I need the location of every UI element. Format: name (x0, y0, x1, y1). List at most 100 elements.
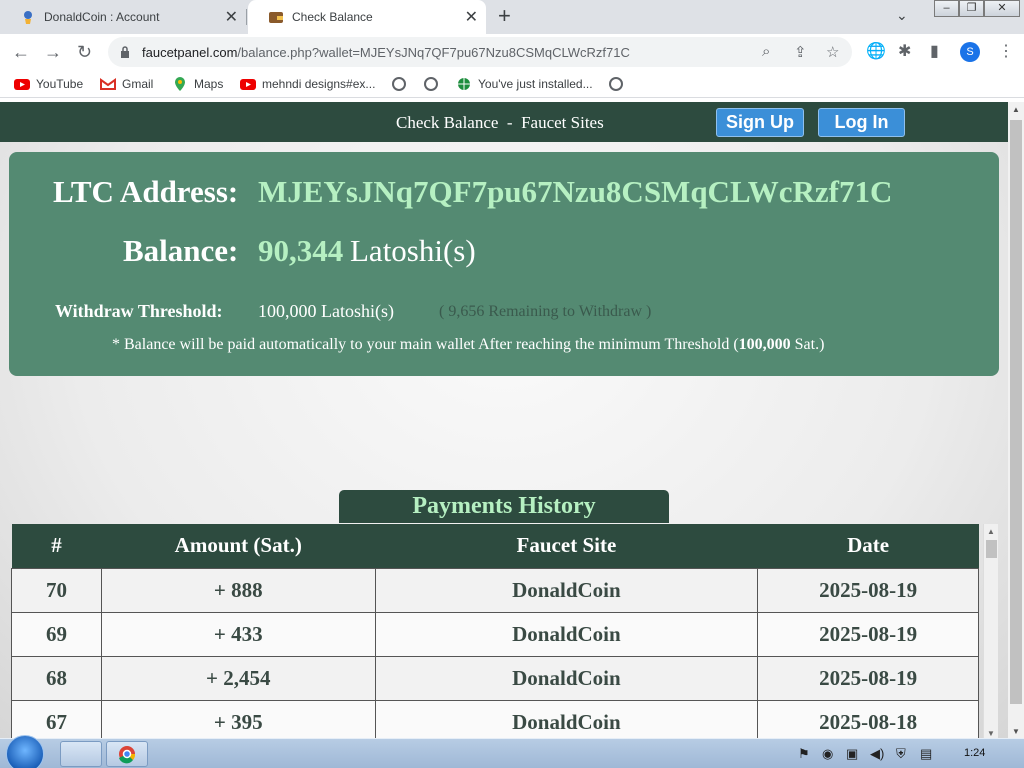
column-header-date: Date (757, 524, 979, 568)
globe-icon (609, 77, 623, 91)
site-header: Check Balance - Faucet Sites Sign Up Log… (0, 102, 1008, 142)
youtube-icon (240, 76, 256, 92)
remaining-to-withdraw: ( 9,656 Remaining to Withdraw ) (439, 303, 652, 320)
row-amount: + 395 (100, 699, 376, 738)
wallet-favicon-icon (268, 9, 284, 25)
taskbar-chrome-icon[interactable] (106, 741, 148, 767)
row-site: DonaldCoin (374, 567, 759, 613)
gmail-icon (100, 76, 116, 92)
scroll-down-arrow-icon[interactable]: ▼ (987, 729, 995, 738)
bookmark-globe-1[interactable] (392, 76, 406, 92)
tray-document-icon[interactable]: ▤ (920, 746, 932, 762)
tab-strip: DonaldCoin : Account ✕ Check Balance ✕ +… (0, 0, 1024, 34)
close-tab-icon[interactable]: ✕ (465, 7, 478, 27)
threshold-value: 100,000 Latoshi(s) (258, 301, 394, 321)
minimize-icon[interactable]: – (934, 0, 959, 17)
side-panel-icon[interactable]: ▮ (930, 41, 939, 61)
threshold-label: Withdraw Threshold: (55, 301, 223, 321)
tab-search-chevron-icon[interactable]: ⌄ (896, 7, 908, 24)
row-site: DonaldCoin (374, 699, 759, 738)
bookmark-globe-3[interactable] (609, 76, 623, 92)
start-button-windows-icon[interactable] (6, 735, 44, 768)
page-content: Check Balance - Faucet Sites Sign Up Log… (0, 102, 1008, 738)
globe-icon (456, 76, 472, 92)
tab-title: DonaldCoin : Account (44, 10, 160, 24)
table-scrollbar[interactable]: ▲ ▼ (983, 524, 998, 738)
bookmark-star-icon[interactable]: ☆ (826, 43, 839, 61)
balance-card: LTC Address: MJEYsJNq7QF7pu67Nzu8CSMqCLW… (9, 152, 999, 376)
column-header-id: # (11, 524, 102, 568)
table-row: 67 + 395 DonaldCoin 2025-08-18 (11, 699, 979, 738)
address-bar[interactable]: faucetpanel.com/balance.php?wallet=MJEYs… (108, 37, 852, 67)
wallet-address: MJEYsJNq7QF7pu67Nzu8CSMqCLWcRzf71C (258, 174, 893, 209)
row-id: 68 (11, 655, 102, 701)
security-shield-icon[interactable]: ⛨ (896, 746, 906, 762)
zoom-icon[interactable]: ⌕ (762, 43, 770, 60)
tab-check-balance[interactable]: Check Balance ✕ (248, 0, 486, 34)
row-amount: + 433 (100, 611, 376, 657)
page-scrollbar-thumb[interactable] (1010, 120, 1022, 704)
bookmark-mehndi[interactable]: mehndi designs#ex... (240, 76, 375, 92)
table-header-row: # Amount (Sat.) Faucet Site Date (11, 524, 979, 568)
table-row: 69 + 433 DonaldCoin 2025-08-19 (11, 611, 979, 657)
balance-label: Balance: (123, 233, 239, 268)
note-threshold: 100,000 (738, 336, 791, 353)
tab-divider (246, 9, 247, 25)
bookmark-gmail[interactable]: Gmail (100, 76, 153, 92)
row-id: 67 (11, 699, 102, 738)
globe-icon (392, 77, 406, 91)
bookmark-installed[interactable]: You've just installed... (456, 76, 593, 92)
table-scrollbar-thumb[interactable] (986, 540, 997, 558)
extensions-puzzle-icon[interactable]: ✱ (898, 41, 911, 61)
url-path: /balance.php?wallet=MJEYsJNq7QF7pu67Nzu8… (237, 45, 630, 60)
tab-donaldcoin-account[interactable]: DonaldCoin : Account ✕ (0, 0, 246, 34)
bookmark-maps[interactable]: Maps (172, 76, 223, 92)
payments-table-container[interactable]: # Amount (Sat.) Faucet Site Date 70 + 88… (11, 524, 979, 738)
bookmark-globe-2[interactable] (424, 76, 438, 92)
restore-icon[interactable]: ❐ (959, 0, 984, 17)
lock-icon (120, 45, 130, 58)
bookmark-label: Maps (194, 77, 224, 91)
scroll-up-arrow-icon[interactable]: ▲ (1012, 105, 1020, 114)
column-header-amount: Amount (Sat.) (101, 524, 376, 568)
tray-chrome-icon[interactable]: ◉ (822, 746, 833, 762)
action-center-flag-icon[interactable]: ⚑ (798, 746, 810, 762)
page-scrollbar[interactable]: ▲ ▼ (1008, 102, 1024, 738)
url-domain: faucetpanel.com (142, 45, 238, 60)
note-text: * Balance will be paid automatically to … (112, 336, 739, 353)
taskbar-clock[interactable]: 1:24 (964, 747, 985, 759)
row-site: DonaldCoin (374, 655, 759, 701)
volume-icon[interactable]: ◀) (870, 746, 884, 762)
youtube-icon (14, 76, 30, 92)
profile-avatar[interactable]: S (960, 42, 980, 62)
window-controls: – ❐ ✕ (934, 0, 1020, 18)
payout-note: * Balance will be paid automatically to … (112, 336, 824, 354)
bookmark-youtube[interactable]: YouTube (14, 76, 83, 92)
row-date: 2025-08-19 (757, 567, 979, 613)
reload-icon[interactable]: ↻ (77, 42, 92, 62)
maps-icon (172, 76, 188, 92)
window-close-icon[interactable]: ✕ (984, 0, 1020, 17)
back-arrow-icon[interactable]: ← (12, 42, 30, 62)
vpn-extension-icon[interactable]: 🌐 (866, 41, 886, 61)
login-button[interactable]: Log In (818, 108, 905, 137)
scroll-up-arrow-icon[interactable]: ▲ (987, 527, 995, 536)
column-header-site: Faucet Site (375, 524, 758, 568)
row-date: 2025-08-19 (757, 655, 979, 701)
share-icon[interactable]: ⇪ (794, 43, 807, 61)
payments-history-title: Payments History (339, 490, 669, 523)
scroll-down-arrow-icon[interactable]: ▼ (1012, 727, 1020, 736)
bookmark-label: mehndi designs#ex... (262, 77, 376, 91)
signup-button[interactable]: Sign Up (716, 108, 804, 137)
row-date: 2025-08-19 (757, 611, 979, 657)
forward-arrow-icon[interactable]: → (44, 42, 62, 62)
balance-value: 90,344 (258, 233, 344, 268)
menu-kebab-icon[interactable]: ⋮ (998, 41, 1014, 61)
globe-icon (424, 77, 438, 91)
network-icon[interactable]: ▣ (846, 746, 858, 762)
row-date: 2025-08-18 (757, 699, 979, 738)
new-tab-icon[interactable]: + (498, 5, 511, 27)
row-amount: + 2,454 (100, 655, 376, 701)
close-tab-icon[interactable]: ✕ (225, 7, 238, 27)
taskbar-paint-app-icon[interactable] (60, 741, 102, 767)
